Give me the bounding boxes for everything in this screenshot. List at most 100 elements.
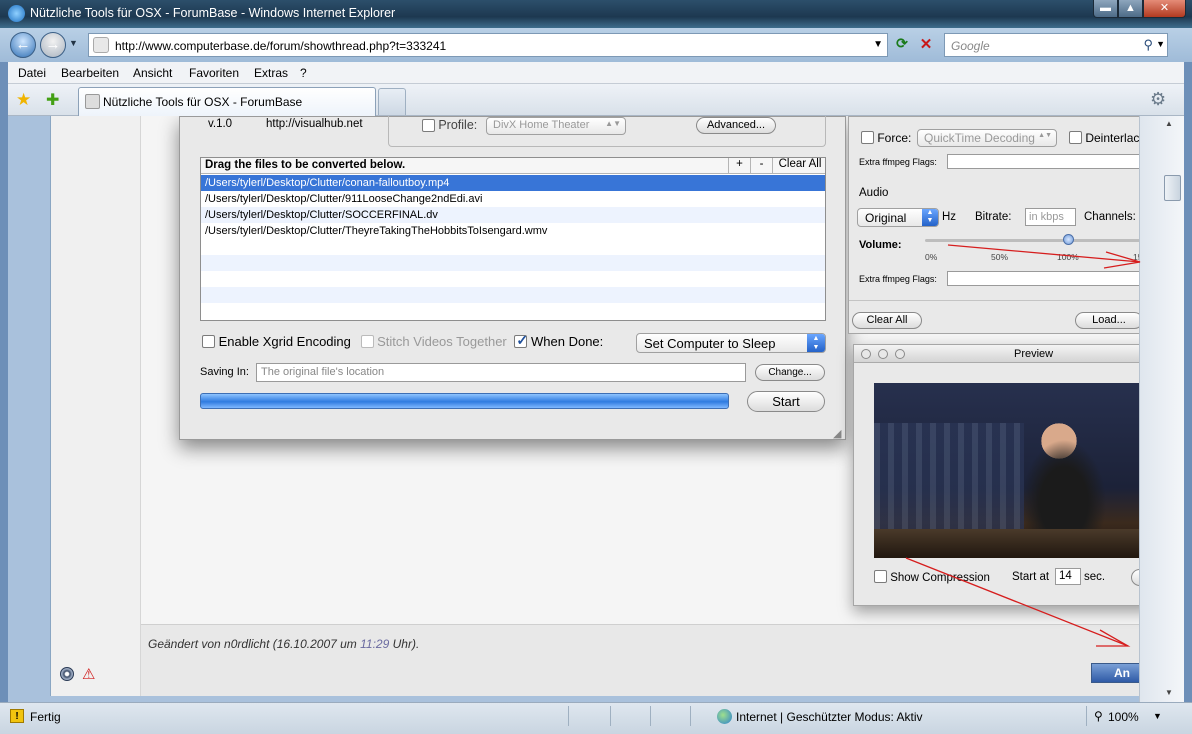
scroll-down-icon[interactable]: ▼ xyxy=(1165,688,1173,697)
profile-select[interactable]: DivX Home Theater ▲▼ xyxy=(486,117,626,135)
status-separator xyxy=(650,706,651,726)
start-button[interactable]: Start xyxy=(747,391,825,412)
saving-in-field[interactable]: The original file's location xyxy=(256,363,746,382)
page-viewport: Geändert von n0rdlicht (16.10.2007 um 11… xyxy=(8,116,1139,702)
back-button[interactable]: ← xyxy=(10,32,36,58)
preview-window: Preview Show Compression Start at 14 sec… xyxy=(853,344,1139,606)
recent-pages-dropdown-icon[interactable]: ▼ xyxy=(69,38,78,48)
edit-note-suffix: Uhr). xyxy=(389,637,420,651)
stitch-checkbox[interactable] xyxy=(360,335,374,348)
load-button[interactable]: Load... xyxy=(1075,312,1139,329)
preview-minimize-icon[interactable] xyxy=(878,349,888,359)
volume-tick-100: 100% xyxy=(1057,252,1079,262)
when-done-select[interactable]: Set Computer to Sleep ▲ ▼ xyxy=(636,333,826,353)
scrollbar-thumb[interactable] xyxy=(1164,175,1181,201)
stitch-label: Stitch Videos Together xyxy=(377,334,507,349)
empty-row xyxy=(201,255,825,271)
profile-value: DivX Home Theater xyxy=(493,119,590,131)
file-row[interactable]: /Users/tylerl/Desktop/Clutter/911LooseCh… xyxy=(201,191,825,207)
volume-slider-track[interactable] xyxy=(925,239,1139,242)
scroll-up-icon[interactable]: ▲ xyxy=(1165,119,1173,128)
menu-ansicht[interactable]: Ansicht xyxy=(133,66,172,80)
status-separator xyxy=(690,706,691,726)
profile-select-arrows-icon: ▲▼ xyxy=(605,119,621,128)
menu-bearbeiten[interactable]: Bearbeiten xyxy=(61,66,119,80)
add-file-button[interactable]: + xyxy=(728,158,750,173)
vertical-scrollbar[interactable] xyxy=(1139,116,1184,702)
address-bar[interactable]: http://www.computerbase.de/forum/showthr… xyxy=(88,33,888,57)
preview-close-icon[interactable] xyxy=(861,349,871,359)
xgrid-label: Enable Xgrid Encoding xyxy=(218,334,351,349)
force-select[interactable]: QuickTime Decoding ▲▼ xyxy=(917,129,1057,147)
volume-slider-knob[interactable] xyxy=(1062,234,1074,245)
maximize-button[interactable]: ▲ xyxy=(1118,0,1143,18)
file-row[interactable]: /Users/tylerl/Desktop/Clutter/TheyreTaki… xyxy=(201,223,825,239)
zoom-dropdown-icon[interactable]: ▼ xyxy=(1153,711,1162,721)
preview-zoom-icon[interactable] xyxy=(895,349,905,359)
add-favorite-icon[interactable]: ✚ xyxy=(46,90,59,110)
when-done-value: Set Computer to Sleep xyxy=(644,336,776,351)
minimize-button[interactable]: ▬ xyxy=(1093,0,1118,18)
remove-file-button[interactable]: - xyxy=(750,158,772,173)
stop-icon[interactable]: ✕ xyxy=(916,35,936,55)
menu-datei[interactable]: Datei xyxy=(18,66,46,80)
bitrate-input[interactable]: in kbps xyxy=(1025,208,1076,226)
start-at-input[interactable]: 14 xyxy=(1055,568,1081,585)
audio-rate-value: Original xyxy=(865,211,907,225)
security-zone-text[interactable]: Internet | Geschützter Modus: Aktiv xyxy=(736,710,923,724)
search-box[interactable]: Google ⚲ ▼ xyxy=(944,33,1168,57)
favorites-star-icon[interactable]: ★ xyxy=(16,90,31,110)
close-window-button[interactable]: ✕ xyxy=(1143,0,1186,18)
select-arrows-icon: ▲ ▼ xyxy=(807,334,825,352)
extra-flags-input[interactable] xyxy=(947,154,1139,169)
panel-clear-all-button[interactable]: Clear All xyxy=(852,312,922,329)
site-favicon-icon xyxy=(93,37,109,53)
post-footer: Geändert von n0rdlicht (16.10.2007 um 11… xyxy=(141,624,1139,696)
file-list[interactable]: Drag the files to be converted below. + … xyxy=(200,157,826,321)
search-icon[interactable]: ⚲ xyxy=(1143,37,1153,53)
menu-extras[interactable]: Extras xyxy=(254,66,288,80)
panel-divider xyxy=(849,300,1139,301)
address-dropdown-icon[interactable]: ▼ xyxy=(873,39,883,50)
zoom-level[interactable]: 100% xyxy=(1108,710,1139,724)
desk xyxy=(874,529,1139,558)
options-row: Enable Xgrid Encoding Stitch Videos Toge… xyxy=(202,332,603,349)
new-tab-button[interactable] xyxy=(378,88,406,115)
refresh-icon[interactable]: ⟳ xyxy=(892,35,912,55)
tools-gear-icon[interactable]: ⚙ xyxy=(1150,89,1166,110)
when-done-checkbox[interactable]: ✓ xyxy=(514,332,528,348)
volume-tick-0: 0% xyxy=(925,252,938,262)
preview-play-button[interactable] xyxy=(1131,569,1139,586)
deinterlace-label: Deinterlac xyxy=(1085,131,1139,145)
deinterlace-checkbox[interactable] xyxy=(1069,131,1082,144)
change-button[interactable]: Change... xyxy=(755,364,825,381)
menu-bar: Datei Bearbeiten Ansicht Favoriten Extra… xyxy=(8,62,1184,84)
menu-favoriten[interactable]: Favoriten xyxy=(189,66,239,80)
force-checkbox[interactable] xyxy=(861,131,874,144)
window-title: Nützliche Tools für OSX - ForumBase - Wi… xyxy=(30,6,396,20)
file-row[interactable]: /Users/tylerl/Desktop/Clutter/conan-fall… xyxy=(201,175,825,191)
search-input[interactable]: Google xyxy=(951,39,990,53)
answer-button[interactable]: An xyxy=(1091,663,1139,683)
advanced-button[interactable]: Advanced... xyxy=(696,117,776,134)
show-compression-checkbox[interactable] xyxy=(874,570,887,583)
file-list-title: Drag the files to be converted below. xyxy=(205,159,406,171)
online-status-icon xyxy=(60,667,74,681)
menu-help[interactable]: ? xyxy=(300,66,307,80)
profile-checkbox[interactable] xyxy=(422,119,435,133)
audio-rate-select[interactable]: Original ▲ ▼ xyxy=(857,208,939,227)
report-warning-icon[interactable]: ⚠ xyxy=(82,665,95,683)
resize-grip-icon[interactable]: ◢ xyxy=(833,427,841,440)
visualhub-window: v.1.0 http://visualhub.net Profile: DivX… xyxy=(179,116,846,440)
search-options-dropdown-icon[interactable]: ▼ xyxy=(1156,39,1165,49)
tab-forumbase[interactable]: Nützliche Tools für OSX - ForumBase xyxy=(78,87,376,116)
extra-flags-audio-input[interactable] xyxy=(947,271,1139,286)
file-row[interactable]: /Users/tylerl/Desktop/Clutter/SOCCERFINA… xyxy=(201,207,825,223)
clear-all-files-button[interactable]: Clear All xyxy=(772,158,827,173)
forward-button[interactable]: → xyxy=(40,32,66,58)
settings-panel: Force: QuickTime Decoding ▲▼ Deinterlac E… xyxy=(848,116,1139,334)
address-url[interactable]: http://www.computerbase.de/forum/showthr… xyxy=(115,39,446,53)
sec-label: sec. xyxy=(1084,571,1106,583)
tab-bar: ★ ✚ Nützliche Tools für OSX - ForumBase … xyxy=(8,84,1184,116)
xgrid-checkbox[interactable] xyxy=(202,335,215,348)
